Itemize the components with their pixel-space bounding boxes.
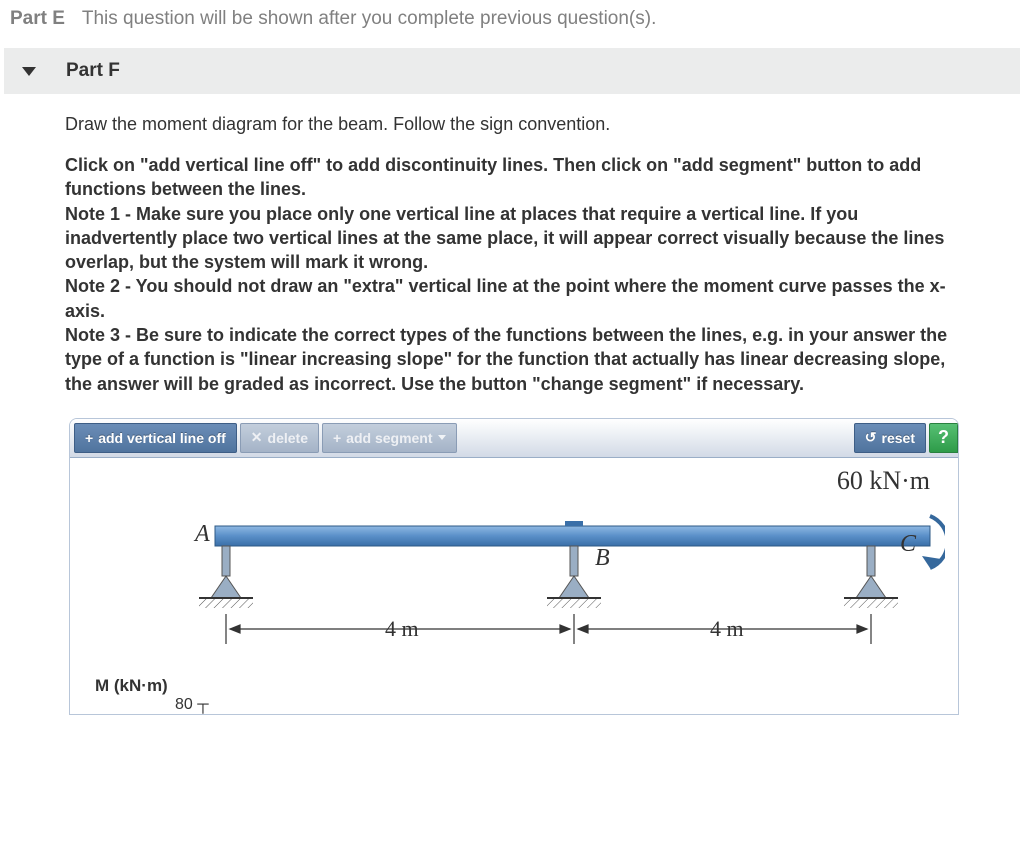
part-f-label: Part F — [66, 60, 120, 82]
drawing-canvas[interactable]: 60 kN·m — [70, 458, 958, 714]
point-C-label: C — [900, 531, 917, 557]
moment-load-label: 60 kN·m — [837, 466, 930, 496]
help-label: ? — [938, 427, 949, 448]
part-f-header[interactable]: Part F — [4, 48, 1020, 94]
add-segment-button[interactable]: + add segment — [322, 423, 457, 453]
part-f-content: Draw the moment diagram for the beam. Fo… — [0, 94, 1024, 715]
reset-button[interactable]: ↺ reset — [854, 423, 926, 453]
point-B-label: B — [595, 545, 610, 571]
add-vertical-line-label: add vertical line off — [98, 430, 226, 446]
y-tick-80: 80 ┬ — [175, 696, 944, 714]
part-e-row: Part E This question will be shown after… — [0, 0, 1024, 48]
collapse-triangle-icon — [22, 67, 36, 76]
x-icon: ✕ — [251, 429, 263, 446]
help-button[interactable]: ? — [929, 423, 958, 453]
part-e-label: Part E — [10, 8, 65, 29]
dimension-lines — [226, 614, 871, 644]
delete-label: delete — [268, 430, 308, 446]
plus-icon: + — [333, 430, 341, 446]
reset-label: reset — [882, 430, 915, 446]
delete-button[interactable]: ✕ delete — [240, 423, 319, 453]
span1-label: 4 m — [385, 616, 419, 641]
part-e-message: This question will be shown after you co… — [82, 8, 657, 29]
plus-icon: + — [85, 430, 93, 446]
toolbar: + add vertical line off ✕ delete + add s… — [70, 419, 958, 458]
support-A — [199, 546, 253, 608]
question-prompt: Draw the moment diagram for the beam. Fo… — [65, 114, 959, 135]
span2-label: 4 m — [710, 616, 744, 641]
beam-diagram: A B C 4 m — [95, 506, 945, 666]
drawing-widget: + add vertical line off ✕ delete + add s… — [69, 418, 959, 715]
question-instructions: Click on "add vertical line off" to add … — [65, 153, 959, 396]
point-A-label: A — [193, 521, 210, 547]
chevron-down-icon — [438, 435, 446, 440]
reset-icon: ↺ — [865, 429, 877, 446]
y-axis-label: M (kN·m) — [95, 676, 944, 696]
support-C — [844, 546, 898, 608]
add-vertical-line-button[interactable]: + add vertical line off — [74, 423, 237, 453]
support-B — [547, 546, 601, 608]
add-segment-label: add segment — [346, 430, 432, 446]
